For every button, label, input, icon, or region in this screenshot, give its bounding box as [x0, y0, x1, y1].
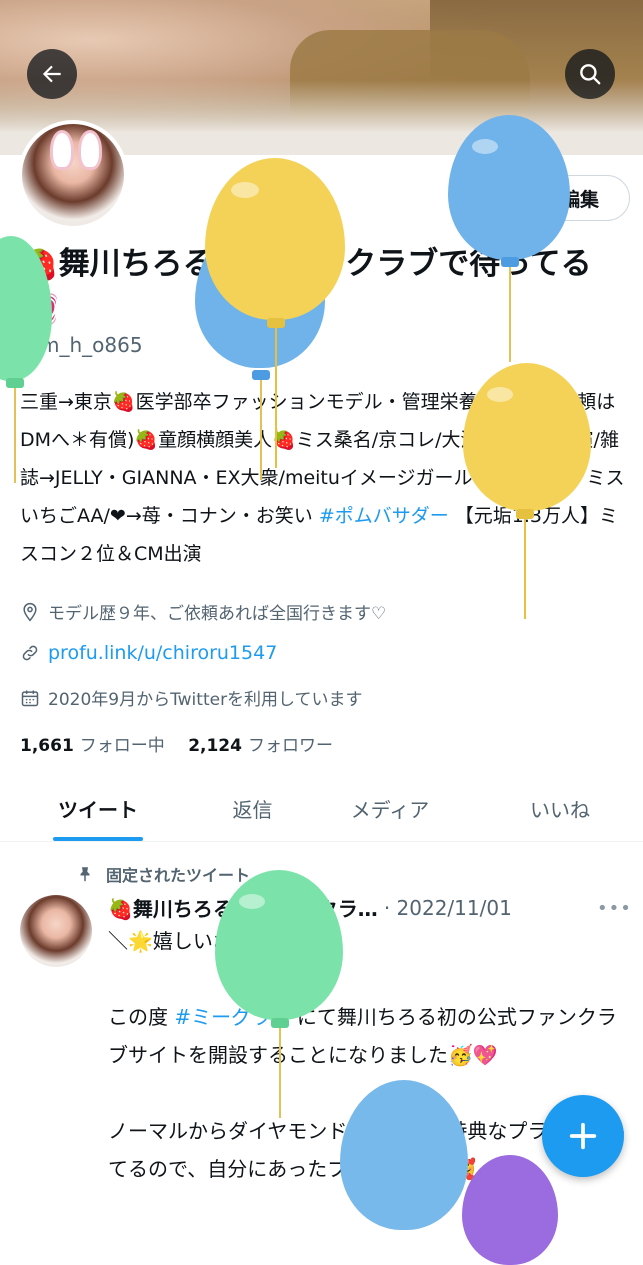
compose-tweet-button[interactable] — [542, 1095, 624, 1177]
search-icon — [580, 64, 601, 85]
search-button[interactable] — [565, 49, 615, 99]
balloon-green-bottom — [215, 870, 345, 1120]
location-text: モデル歴９年、ご依頼あれば全国行きます♡ — [48, 604, 387, 624]
following-link[interactable]: 1,661 フォロー中 — [20, 736, 165, 756]
following-label: フォロー中 — [79, 736, 165, 756]
balloon-blue-right — [448, 115, 578, 362]
bunny-ear-right — [78, 130, 102, 170]
balloon-yellow-center — [205, 158, 347, 488]
profile-url-link[interactable]: profu.link/u/chiroru1547 — [48, 642, 277, 664]
profile-location: モデル歴９年、ご依頼あれば全国行きます♡ — [20, 599, 386, 624]
bunny-ear-left — [50, 130, 74, 170]
followers-link[interactable]: 2,124 フォロワー — [188, 736, 333, 756]
joined-text: 2020年9月からTwitterを利用しています — [48, 690, 363, 710]
balloon-purple-bottom — [462, 1155, 562, 1265]
plus-icon — [569, 1122, 597, 1150]
tab-likes[interactable]: いいね — [480, 775, 640, 841]
bio-hashtag-link[interactable]: #ポムバサダー — [319, 505, 449, 527]
profile-tabs: ツイート 返信 メディア いいね — [0, 775, 643, 842]
balloon-yellow-right — [463, 363, 593, 621]
tab-tweets[interactable]: ツイート — [0, 775, 196, 841]
link-icon — [22, 645, 38, 661]
location-pin-icon — [23, 602, 37, 621]
tweet-date[interactable]: · 2022/11/01 — [384, 896, 512, 920]
followers-label: フォロワー — [247, 736, 333, 756]
back-button[interactable] — [27, 49, 77, 99]
profile-joined: 2020年9月からTwitterを利用しています — [20, 685, 363, 710]
balloon-green-left — [0, 236, 60, 486]
calendar-icon — [21, 690, 39, 706]
followers-count: 2,124 — [188, 736, 242, 756]
tweet-line2a: この度 — [108, 1005, 175, 1029]
pin-icon — [80, 867, 90, 882]
profile-avatar[interactable] — [18, 120, 128, 230]
tab-media[interactable]: メディア — [310, 775, 470, 841]
more-options-icon[interactable]: ••• — [597, 898, 632, 919]
follow-stats: 1,661 フォロー中 2,124 フォロワー — [20, 731, 333, 756]
profile-url-row: profu.link/u/chiroru1547 — [20, 642, 277, 664]
arrow-left-icon — [42, 65, 61, 83]
tweet-avatar[interactable] — [20, 895, 92, 967]
balloon-blue-bottom — [340, 1080, 470, 1230]
following-count: 1,661 — [20, 736, 74, 756]
active-tab-indicator — [53, 837, 143, 841]
